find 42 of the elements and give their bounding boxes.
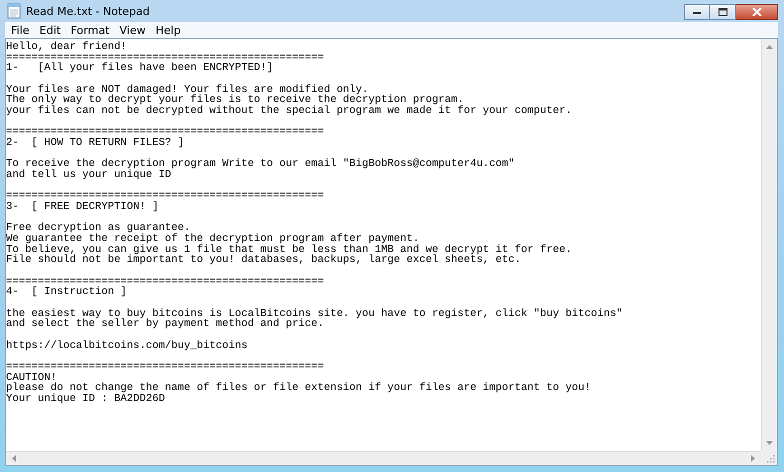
menu-item[interactable]: View [116,24,152,36]
text-line: ================================================== [6,362,325,373]
minimize-button[interactable] [684,4,710,20]
menu-item[interactable]: File [7,24,36,36]
text-line: File should not be important to you! databases, backups, large excel sheets, etc. [6,255,522,266]
scroll-left-icon[interactable] [12,455,16,462]
text-line: CAUTION! [6,372,57,384]
text-line: your files can not be decrypted without the special program we made it for your computer. [6,106,573,117]
text-line: ================================================== [6,276,325,288]
text-line: https://localbitcoins.com/buy_bitcoins [6,340,249,352]
text-line: 3- [ FREE DECRYPTION! ] [6,202,160,213]
scroll-down-icon[interactable] [766,441,773,445]
text-line: ================================================== [6,52,325,64]
scroll-right-icon[interactable] [751,455,755,462]
text-line: To believe, you can give us 1 file that must be less than 1MB and we decrypt it for free. [6,244,573,256]
text-line: Hello, dear friend! [6,42,128,53]
text-line: 2- [ HOW TO RETURN FILES? ] [6,138,186,149]
text-line: Your unique ID : BA2DD26D [6,394,166,405]
text-line: 1- [All your files have been ENCRYPTED!] [6,63,274,74]
text-line: please do not change the name of files or file extension if your files are important to you! [6,383,592,394]
maximize-icon [718,8,728,16]
menu-item[interactable]: Edit [35,24,67,36]
notepad-icon [7,3,21,19]
window-title: Read Me.txt - Notepad [26,4,150,18]
text-line: the easiest way to buy bitcoins is LocalBitcoins site. you have to register, click "buy bitcoins" [6,308,624,320]
scroll-up-icon[interactable] [766,45,773,49]
text-line: and tell us your unique ID [6,170,172,181]
close-button[interactable] [736,4,778,20]
text-line: We guarantee the receipt of the decryption program after payment. [6,234,420,245]
text-line: ================================================== [6,127,325,138]
text-line: and select the seller by payment method and price. [6,319,325,330]
text-line: ================================================== [6,191,325,202]
text-line: Free decryption as guarantee. [6,223,190,234]
text-line: To receive the decryption program Write to our email "BigBobRoss@computer4u.com" [6,159,516,170]
maximize-button[interactable] [710,4,736,20]
text-line: Your files are NOT damaged! Your files are modified only. [6,84,368,96]
menu-item[interactable]: Format [66,24,116,36]
minimize-icon [692,9,702,15]
menu-item[interactable]: Help [152,24,187,36]
close-icon [752,8,762,16]
text-line: 4- [ Instruction ] [6,287,128,298]
text-line: The only way to decrypt your files is to receive the decryption program. [6,95,464,106]
